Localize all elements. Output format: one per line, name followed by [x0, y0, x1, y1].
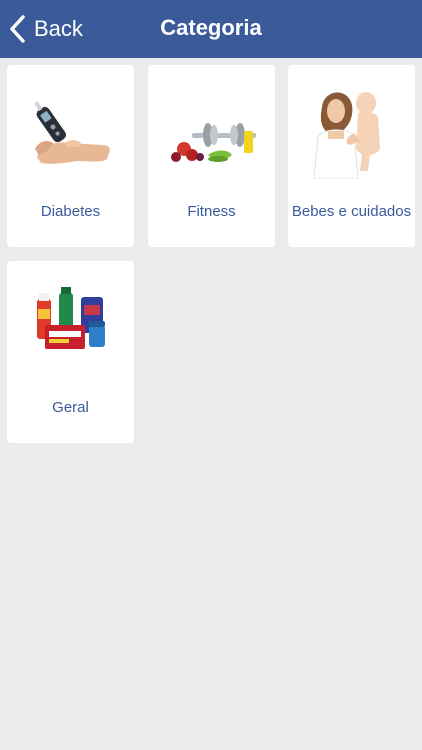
glucose-meter-image	[34, 101, 110, 164]
medicine-products-image	[37, 287, 105, 349]
category-label: Geral	[52, 399, 89, 416]
mother-baby-image	[313, 92, 380, 179]
category-tile-diabetes[interactable]: Diabetes	[7, 65, 134, 247]
category-label: Diabetes	[40, 203, 101, 220]
dumbbell-fruit-image	[171, 123, 256, 162]
category-tile-fitness[interactable]: Fitness	[148, 65, 275, 247]
category-tile-geral[interactable]: Geral	[7, 261, 134, 443]
category-label: Fitness	[187, 203, 236, 220]
category-label: Bebes e cuidados	[291, 203, 412, 220]
category-tile-bebes-e-cuidados[interactable]: Bebes e cuidados	[288, 65, 415, 247]
category-grid: Diabetes Fitness Bebes e cuidados Geral	[0, 0, 422, 750]
